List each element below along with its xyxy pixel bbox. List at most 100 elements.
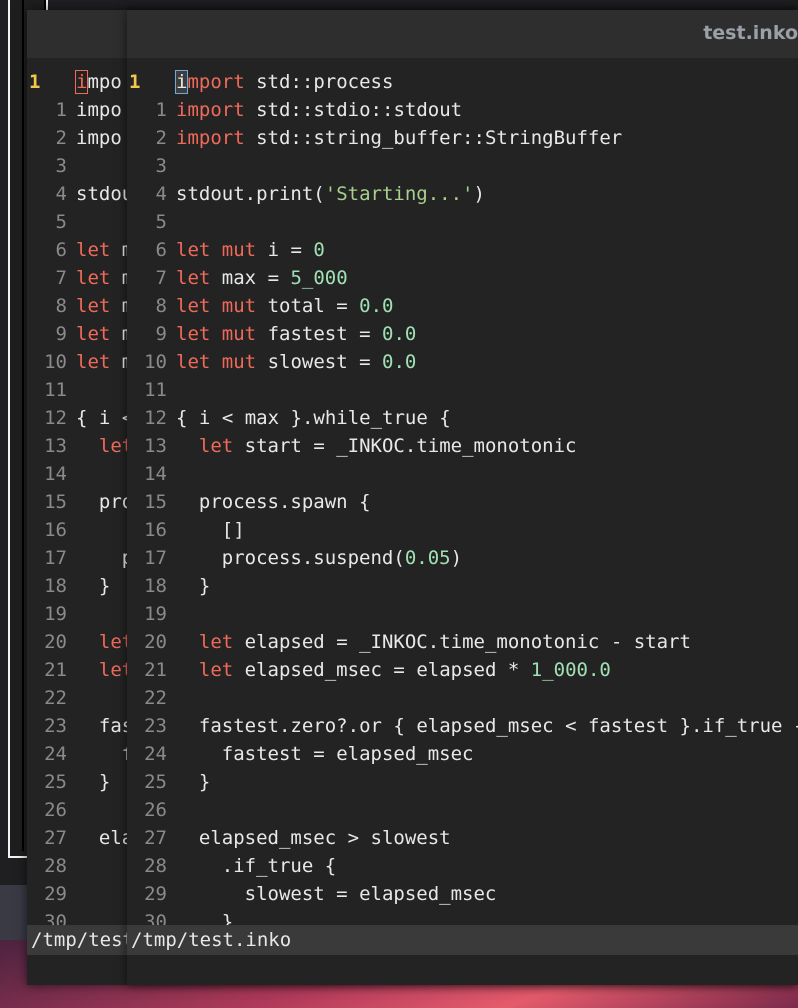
editor-window[interactable]: test.inko 1 import std::process 1 import st…	[127, 10, 798, 985]
code-line[interactable]: 23 fas	[27, 712, 133, 740]
code-token: =	[313, 435, 325, 457]
code-line[interactable]: 5	[127, 208, 176, 236]
line-content: elapsed_msec > slowest	[176, 824, 451, 852]
code-token: <	[565, 715, 577, 737]
code-line[interactable]: 15 process.spawn {	[127, 488, 371, 516]
code-line[interactable]: 12 { i < max }.while_true {	[127, 404, 451, 432]
code-line[interactable]: 7 let max = 5_000	[127, 264, 348, 292]
code-token: -	[610, 631, 623, 653]
code-line[interactable]: 3	[127, 152, 176, 180]
line-number: 21	[144, 659, 167, 681]
code-line[interactable]: 19	[127, 600, 176, 628]
code-line[interactable]: 24 f	[27, 740, 133, 768]
code-token: {	[359, 491, 371, 513]
string-token: 'Starting...'	[324, 183, 474, 205]
code-line[interactable]: 16	[27, 516, 76, 544]
number-token: 0.0	[382, 323, 417, 345]
window-titlebar[interactable]: test.inko	[127, 10, 798, 58]
code-line[interactable]: 19	[27, 600, 76, 628]
code-line[interactable]: 17 process.suspend(0.05)	[127, 544, 462, 572]
code-line[interactable]: 27 elapsed_msec > slowest	[127, 824, 451, 852]
current-line-number: 1	[29, 71, 41, 93]
code-line[interactable]: 25 }	[127, 768, 210, 796]
code-line[interactable]: 11	[27, 376, 76, 404]
code-line[interactable]: 14	[127, 460, 176, 488]
code-line[interactable]: 22	[127, 684, 176, 712]
code-line[interactable]: 2 import std::string_buffer::StringBuffer	[127, 124, 623, 152]
code-line[interactable]: 21 let	[27, 656, 133, 684]
editor-text-area[interactable]: 1 import std::process 1 import std::stdio::…	[127, 68, 798, 938]
code-line[interactable]: 8 let mut total = 0.0	[127, 292, 394, 320]
code-line[interactable]: 4 stdout.print('Starting...')	[127, 180, 485, 208]
line-content: .if_true {	[176, 852, 336, 880]
code-line[interactable]: 6 let m	[27, 236, 134, 264]
code-line[interactable]: 1 impo	[27, 68, 122, 96]
code-line[interactable]: 25 }	[27, 768, 110, 796]
code-token: total	[267, 295, 325, 317]
code-token: spawn	[290, 491, 348, 513]
code-line[interactable]: 8 let m	[27, 292, 134, 320]
line-number: 16	[44, 519, 67, 541]
code-line[interactable]: 10 let mut slowest = 0.0	[127, 348, 416, 376]
code-line[interactable]: 16 []	[127, 516, 245, 544]
code-line[interactable]: 15 pro	[27, 488, 133, 516]
code-line[interactable]: 17 p	[27, 544, 133, 572]
code-token: impo	[76, 99, 122, 121]
code-token: }	[679, 715, 691, 737]
code-line[interactable]: 23 fastest.zero?.or { elapsed_msec < fas…	[127, 712, 798, 740]
code-line[interactable]: 7 let m	[27, 264, 134, 292]
code-line[interactable]: 12 { i <	[27, 404, 133, 432]
code-token: std	[256, 99, 291, 121]
code-line[interactable]: 21 let elapsed_msec = elapsed * 1_000.0	[127, 656, 611, 684]
code-line[interactable]: 11	[127, 376, 176, 404]
code-line[interactable]: 1 impo	[27, 96, 122, 124]
line-number: 6	[155, 239, 167, 261]
line-content: fastest.zero?.or { elapsed_msec < fastes…	[176, 712, 798, 740]
code-line[interactable]: 26	[27, 796, 76, 824]
code-line[interactable]: 20 let elapsed = _INKOC.time_monotonic -…	[127, 628, 691, 656]
line-content: let m	[76, 292, 133, 320]
code-line[interactable]: 27 ela	[27, 824, 133, 852]
code-line[interactable]: 5	[27, 208, 76, 236]
line-content: }	[176, 572, 210, 600]
code-line[interactable]: 22	[27, 684, 76, 712]
code-line[interactable]: 20 let	[27, 628, 133, 656]
code-line[interactable]: 29 slowest = elapsed_msec	[127, 880, 496, 908]
code-line[interactable]: 26	[127, 796, 176, 824]
code-line[interactable]: 2 impo	[27, 124, 122, 152]
code-line[interactable]: 14	[27, 460, 76, 488]
code-token: elapsed	[244, 631, 325, 653]
code-line[interactable]: 4 stdou	[27, 180, 134, 208]
code-line[interactable]: 3	[27, 152, 76, 180]
line-number: 17	[144, 547, 167, 569]
code-line[interactable]: 28	[27, 852, 76, 880]
line-content: let mut slowest = 0.0	[176, 348, 416, 376]
code-line[interactable]: 13 let start = _INKOC.time_monotonic	[127, 432, 576, 460]
command-line[interactable]	[127, 955, 798, 985]
code-token: i	[267, 239, 280, 261]
code-token: suspend	[313, 547, 394, 569]
code-token: =	[313, 743, 325, 765]
code-line[interactable]: 1 import std::process	[127, 68, 393, 96]
code-line[interactable]: 24 fastest = elapsed_msec	[127, 740, 473, 768]
code-line[interactable]: 9 let m	[27, 320, 134, 348]
code-line[interactable]: 9 let mut fastest = 0.0	[127, 320, 417, 348]
code-line[interactable]: 10 let m	[27, 348, 133, 376]
code-line[interactable]: 29	[27, 880, 76, 908]
code-line[interactable]: 28 .if_true {	[127, 852, 336, 880]
code-line[interactable]: 18 }	[27, 572, 110, 600]
code-line[interactable]: 13 let	[27, 432, 133, 460]
line-number: 13	[44, 435, 67, 457]
code-line[interactable]: 1 import std::stdio::stdout	[127, 96, 463, 124]
code-line[interactable]: 18 }	[127, 572, 210, 600]
code-line[interactable]: 6 let mut i = 0	[127, 236, 325, 264]
line-number: 24	[144, 743, 167, 765]
line-content: f	[76, 740, 133, 768]
line-content: }	[176, 768, 210, 796]
